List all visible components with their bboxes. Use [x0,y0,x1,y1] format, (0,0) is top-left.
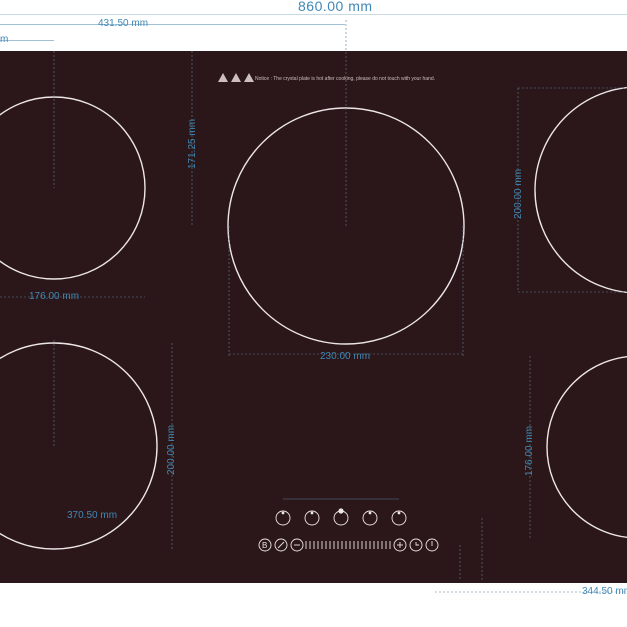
cooktop-diagram: B [0,20,627,593]
power-slider[interactable] [305,541,391,549]
zone-top-left [0,96,146,280]
top-margin-label: 171.25 mm [187,118,198,169]
b-icon: B [262,541,267,550]
safety-notice: Notice : The crystal plate is hot after … [255,76,436,82]
zone-br-diameter-label: 176.00 mm [524,425,535,476]
zone-center-diameter-label: 230.00 mm [320,351,371,362]
zone-tl-diameter-label: 176.00 mm [29,291,80,302]
zone-tr-diameter-label: 200.00 mm [513,168,524,219]
warning-icon [244,73,254,82]
zone-bl-diameter-label: 200.00 mm [166,424,177,475]
right-offset-label: 344.50 mm [582,586,627,597]
control-panel [258,498,439,552]
zone-bl-offset-label: 370.50 mm [67,510,118,521]
warning-icon [218,73,228,82]
lock-icon [277,541,285,549]
warning-icon [231,73,241,82]
zone-bottom-right [546,355,627,539]
zone-top-right [534,86,627,294]
clock-icon [415,542,419,546]
